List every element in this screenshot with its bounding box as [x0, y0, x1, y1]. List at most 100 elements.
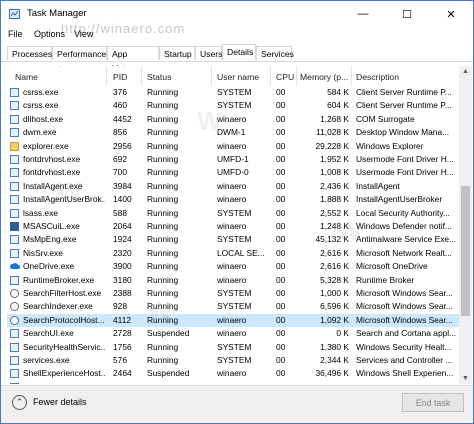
- table-row[interactable]: SecurityHealthServic... 1756 Running SYSTEM…: [7, 341, 459, 354]
- end-task-button[interactable]: End task: [402, 393, 464, 412]
- close-button[interactable]: ✕: [429, 1, 473, 27]
- vertical-scrollbar[interactable]: ▲ ▼: [459, 66, 472, 384]
- cell-pid: 2512: [113, 382, 139, 384]
- table-row[interactable]: csrss.exe 460 Running SYSTEM 00 604 K Client S…: [7, 99, 459, 112]
- cell-status: Running: [147, 194, 179, 205]
- title-bar[interactable]: Task Manager http://winaero.com — ☐ ✕: [1, 1, 473, 36]
- cell-memory: 1,008 K: [320, 167, 349, 178]
- table-row[interactable]: SearchIndexer.exe 928 Running SYSTEM 00 6,596…: [7, 300, 459, 313]
- table-row[interactable]: services.exe 576 Running SYSTEM 00 2,344 K Ser…: [7, 354, 459, 367]
- cell-cpu: 00: [276, 301, 286, 312]
- menu-options[interactable]: Options: [34, 29, 65, 39]
- cell-status: Running: [147, 274, 179, 285]
- table-row[interactable]: fontdrvhost.exe 692 Running UMFD-1 00 1,952 K…: [7, 153, 459, 166]
- table-row[interactable]: OneDrive.exe 3900 Running winaero 00 2,616 K M…: [7, 260, 459, 273]
- column-header-memory[interactable]: Memory (p...: [300, 72, 348, 82]
- cell-pid: 460: [113, 100, 127, 111]
- cell-description: Windows Security Healt...: [356, 341, 452, 352]
- column-header-description[interactable]: Description: [356, 72, 399, 82]
- table-row[interactable]: SearchFilterHost.exe 2388 Running SYSTEM 00 1…: [7, 287, 459, 300]
- cell-user: SYSTEM: [217, 288, 252, 298]
- tab-app-history[interactable]: App history: [107, 46, 159, 73]
- cell-description: Usermode Font Driver H...: [356, 154, 454, 164]
- cell-description: Microsoft Windows Sear...: [356, 301, 453, 312]
- process-icon: [10, 195, 19, 205]
- cell-name: explorer.exe: [23, 140, 69, 151]
- table-row[interactable]: dwm.exe 856 Running DWM-1 00 11,028 K Desktop …: [7, 126, 459, 139]
- fewer-details-link[interactable]: Fewer details: [33, 397, 87, 407]
- column-divider[interactable]: [141, 66, 142, 86]
- table-row[interactable]: lsass.exe 588 Running SYSTEM 00 2,552 K Local …: [7, 207, 459, 220]
- table-row[interactable]: dllhost.exe 4452 Running winaero 00 1,268 K CO…: [7, 113, 459, 126]
- cell-cpu: 00: [276, 234, 286, 245]
- tab-services[interactable]: Services: [256, 46, 294, 60]
- cell-user: SYSTEM: [217, 207, 252, 218]
- table-row[interactable]: fontdrvhost.exe 700 Running UMFD-0 00 1,008 K…: [7, 166, 459, 179]
- cell-status: Running: [147, 247, 179, 258]
- cell-user: SYSTEM: [217, 100, 252, 111]
- table-row[interactable]: SearchProtocolHost.... 4112 Running winaero…: [7, 313, 459, 328]
- cell-status: Running: [147, 314, 179, 325]
- cell-memory: 1,000 K: [320, 288, 349, 298]
- column-divider[interactable]: [351, 66, 352, 86]
- menu-file[interactable]: File: [8, 29, 23, 39]
- process-icon: [10, 275, 19, 285]
- column-header-name[interactable]: Name: [15, 72, 38, 82]
- tab-performance[interactable]: Performance: [52, 46, 107, 60]
- column-header-cpu[interactable]: CPU: [276, 72, 294, 82]
- column-divider[interactable]: [270, 66, 271, 86]
- table-row[interactable]: SearchUI.exe 2728 Suspended winaero 00 0 K Sea…: [7, 327, 459, 340]
- tab-users[interactable]: Users: [195, 46, 222, 60]
- table-row[interactable]: InstallAgent.exe 3984 Running winaero 00 2,43…: [7, 180, 459, 193]
- maximize-button[interactable]: ☐: [385, 1, 429, 27]
- process-icon: [10, 155, 19, 164]
- column-divider[interactable]: [296, 66, 297, 86]
- column-header-status[interactable]: Status: [147, 72, 171, 82]
- table-row[interactable]: explorer.exe 2956 Running winaero 00 29,228 K…: [7, 140, 459, 153]
- cell-user: SYSTEM: [217, 87, 252, 97]
- column-divider[interactable]: [106, 66, 107, 86]
- cell-cpu: 00: [276, 113, 286, 124]
- cell-cpu: 00: [276, 221, 286, 231]
- minimize-button[interactable]: —: [341, 1, 385, 27]
- shield-icon: [10, 222, 19, 231]
- cell-user: winaero: [217, 140, 247, 151]
- column-header-pid[interactable]: PID: [113, 72, 127, 82]
- process-icon: [10, 114, 19, 124]
- process-icon: [10, 329, 19, 339]
- column-header-user-name[interactable]: User name: [217, 72, 259, 82]
- cell-pid: 2320: [113, 247, 132, 258]
- cell-pid: 1756: [113, 341, 132, 352]
- table-row[interactable]: sihost.exe 2512 Running winaero 003,288 K She…: [7, 381, 459, 384]
- cell-description: Microsoft Windows Sear...: [356, 314, 453, 325]
- tab-processes[interactable]: Processes: [7, 46, 52, 60]
- cell-memory: 11,028 K: [316, 127, 349, 138]
- cell-pid: 4452: [113, 113, 132, 124]
- cell-cpu: 00: [276, 247, 286, 258]
- cell-description: Microsoft Network Realt...: [356, 247, 452, 258]
- cell-name: RuntimeBroker.exe: [23, 274, 95, 285]
- cell-memory: 2,436 K: [320, 180, 349, 191]
- column-divider[interactable]: [211, 66, 212, 86]
- table-row[interactable]: MsMpEng.exe 1924 Running SYSTEM 00 45,132 K An…: [7, 233, 459, 246]
- cell-pid: 3984: [113, 180, 132, 191]
- tab-details[interactable]: Details: [222, 44, 256, 61]
- table-row[interactable]: NisSrv.exe 2320 Running LOCAL SE... 00 2,616 …: [7, 247, 459, 260]
- table-row[interactable]: ShellExperienceHost... 2464 Suspended winae…: [7, 367, 459, 380]
- table-row[interactable]: MSASCuiL.exe 2064 Running winaero 00 1,248 K W…: [7, 220, 459, 233]
- cell-name: InstallAgent.exe: [23, 180, 83, 191]
- scroll-up-icon[interactable]: ▲: [461, 67, 470, 76]
- scrollbar-thumb[interactable]: [461, 186, 470, 316]
- cell-cpu: 00: [276, 167, 286, 178]
- cell-name: lsass.exe: [23, 207, 58, 218]
- menu-view[interactable]: View: [74, 29, 93, 39]
- table-row[interactable]: RuntimeBroker.exe 3180 Running winaero 00 5,3…: [7, 274, 459, 287]
- tab-startup[interactable]: Startup: [159, 46, 195, 60]
- table-row[interactable]: csrss.exe 376 Running SYSTEM 00 584 K Client S…: [7, 86, 459, 99]
- table-row[interactable]: InstallAgentUserBrok... 1400 Running winaer…: [7, 193, 459, 206]
- process-icon: [10, 342, 19, 352]
- cell-cpu: 00: [276, 355, 286, 365]
- chevron-up-icon[interactable]: ⌃: [12, 395, 27, 410]
- scroll-down-icon[interactable]: ▼: [461, 374, 470, 383]
- cell-description: Microsoft OneDrive: [356, 261, 428, 272]
